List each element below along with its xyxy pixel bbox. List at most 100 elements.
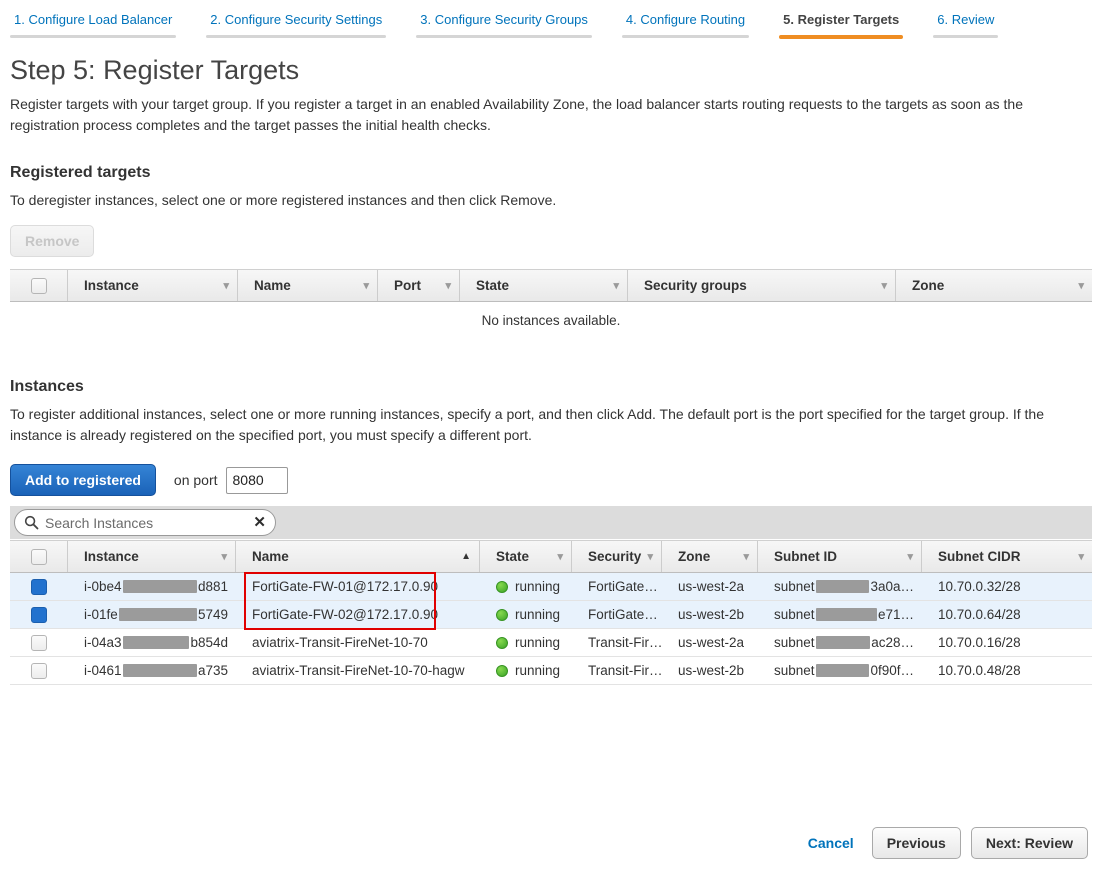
register-targets-page: 1. Configure Load Balancer 2. Configure … <box>0 0 1102 880</box>
subnet-id-cell: subnet0f90f… <box>758 657 922 684</box>
table-row[interactable]: i-04a3b854d aviatrix-Transit-FireNet-10-… <box>10 629 1092 657</box>
redacted-text <box>816 636 871 649</box>
redacted-text <box>119 608 197 621</box>
add-to-registered-button[interactable]: Add to registered <box>10 464 156 496</box>
column-label: Security <box>588 549 641 564</box>
sort-down-icon[interactable]: ▾ <box>223 279 229 292</box>
column-label: Name <box>252 549 289 564</box>
sort-down-icon[interactable]: ▾ <box>1078 279 1084 292</box>
previous-button[interactable]: Previous <box>872 827 961 859</box>
tab-register-targets[interactable]: 5. Register Targets <box>779 12 903 39</box>
column-header-state[interactable]: State ▾ <box>460 270 628 301</box>
security-cell: Transit-Fir… <box>572 657 662 684</box>
sort-down-icon[interactable]: ▾ <box>557 550 563 563</box>
tab-label: 6. Review <box>933 12 998 35</box>
row-checkbox-cell <box>10 573 68 600</box>
remove-button[interactable]: Remove <box>10 225 94 257</box>
tab-configure-load-balancer[interactable]: 1. Configure Load Balancer <box>10 12 176 39</box>
tab-configure-security-groups[interactable]: 3. Configure Security Groups <box>416 12 592 39</box>
sort-down-icon[interactable]: ▾ <box>1078 550 1084 563</box>
column-header-instance[interactable]: Instance ▾ <box>68 270 238 301</box>
instance-name-cell: aviatrix-Transit-FireNet-10-70-hagw <box>236 657 480 684</box>
column-label: Subnet CIDR <box>938 549 1021 564</box>
column-label: Zone <box>678 549 710 564</box>
security-cell: FortiGate… <box>572 601 662 628</box>
registered-targets-description: To deregister instances, select one or m… <box>10 190 1092 211</box>
column-label: Subnet ID <box>774 549 837 564</box>
select-all-cell <box>10 541 68 572</box>
redacted-text <box>123 664 197 677</box>
column-label: Port <box>394 278 421 293</box>
column-header-name[interactable]: Name ▲ <box>236 541 480 572</box>
state-cell: running <box>480 573 572 600</box>
tab-underline <box>206 35 386 38</box>
instance-name-cell: FortiGate-FW-01@172.17.0.90 <box>236 573 480 600</box>
port-input[interactable] <box>226 467 288 494</box>
subnet-id-cell: subnete71… <box>758 601 922 628</box>
security-cell: Transit-Fir… <box>572 629 662 656</box>
sort-down-icon[interactable]: ▾ <box>647 550 653 563</box>
next-review-button[interactable]: Next: Review <box>971 827 1088 859</box>
row-checkbox[interactable] <box>31 663 47 679</box>
zone-cell: us-west-2b <box>662 601 758 628</box>
sort-down-icon[interactable]: ▾ <box>445 279 451 292</box>
tab-configure-routing[interactable]: 4. Configure Routing <box>622 12 749 39</box>
column-header-name[interactable]: Name ▾ <box>238 270 378 301</box>
row-checkbox[interactable] <box>31 579 47 595</box>
column-header-security-groups[interactable]: Security groups ▾ <box>628 270 896 301</box>
sort-down-icon[interactable]: ▾ <box>221 550 227 563</box>
wizard-footer: Cancel Previous Next: Review <box>808 827 1088 859</box>
row-checkbox[interactable] <box>31 607 47 623</box>
instance-id-cell: i-0461a735 <box>68 657 236 684</box>
row-checkbox-cell <box>10 657 68 684</box>
table-row[interactable]: i-01fe5749 FortiGate-FW-02@172.17.0.90 r… <box>10 601 1092 629</box>
select-all-checkbox[interactable] <box>31 278 47 294</box>
tab-configure-security-settings[interactable]: 2. Configure Security Settings <box>206 12 386 39</box>
table-row[interactable]: i-0be4d881 FortiGate-FW-01@172.17.0.90 r… <box>10 573 1092 601</box>
registered-targets-table-header: Instance ▾ Name ▾ Port ▾ State ▾ Securit… <box>10 269 1092 302</box>
registered-targets-heading: Registered targets <box>10 164 1092 182</box>
tab-review[interactable]: 6. Review <box>933 12 998 39</box>
search-instances-box[interactable]: ✕ <box>14 509 276 536</box>
subnet-cidr-cell: 10.70.0.64/28 <box>922 601 1092 628</box>
column-header-port[interactable]: Port ▾ <box>378 270 460 301</box>
sort-down-icon[interactable]: ▾ <box>743 550 749 563</box>
empty-table-message: No instances available. <box>10 302 1092 342</box>
clear-search-icon[interactable]: ✕ <box>253 515 266 530</box>
instances-heading: Instances <box>10 378 1092 396</box>
column-header-zone[interactable]: Zone ▾ <box>896 270 1092 301</box>
row-checkbox[interactable] <box>31 635 47 651</box>
redacted-text <box>816 664 870 677</box>
column-header-zone[interactable]: Zone ▾ <box>662 541 758 572</box>
tab-label: 2. Configure Security Settings <box>206 12 386 35</box>
column-label: State <box>496 549 529 564</box>
column-header-security[interactable]: Security ▾ <box>572 541 662 572</box>
column-header-subnet-cidr[interactable]: Subnet CIDR ▾ <box>922 541 1092 572</box>
row-checkbox-cell <box>10 601 68 628</box>
sort-down-icon[interactable]: ▾ <box>881 279 887 292</box>
select-all-checkbox[interactable] <box>31 549 47 565</box>
table-row[interactable]: i-0461a735 aviatrix-Transit-FireNet-10-7… <box>10 657 1092 685</box>
cancel-link[interactable]: Cancel <box>808 835 854 851</box>
search-icon <box>24 515 39 530</box>
column-header-subnet-id[interactable]: Subnet ID ▾ <box>758 541 922 572</box>
column-header-state[interactable]: State ▾ <box>480 541 572 572</box>
sort-down-icon[interactable]: ▾ <box>613 279 619 292</box>
add-to-registered-row: Add to registered on port <box>10 464 1092 496</box>
column-header-instance[interactable]: Instance ▾ <box>68 541 236 572</box>
zone-cell: us-west-2b <box>662 657 758 684</box>
status-running-icon <box>496 581 508 593</box>
state-cell: running <box>480 657 572 684</box>
search-instances-input[interactable] <box>45 515 253 531</box>
tab-underline <box>10 35 176 38</box>
redacted-text <box>816 608 877 621</box>
sort-down-icon[interactable]: ▾ <box>907 550 913 563</box>
column-label: Name <box>254 278 291 293</box>
tab-label: 1. Configure Load Balancer <box>10 12 176 35</box>
status-running-icon <box>496 665 508 677</box>
sort-down-icon[interactable]: ▾ <box>363 279 369 292</box>
sort-up-icon[interactable]: ▲ <box>461 551 471 562</box>
subnet-id-cell: subnet3a0a… <box>758 573 922 600</box>
status-running-icon <box>496 609 508 621</box>
redacted-text <box>123 580 197 593</box>
